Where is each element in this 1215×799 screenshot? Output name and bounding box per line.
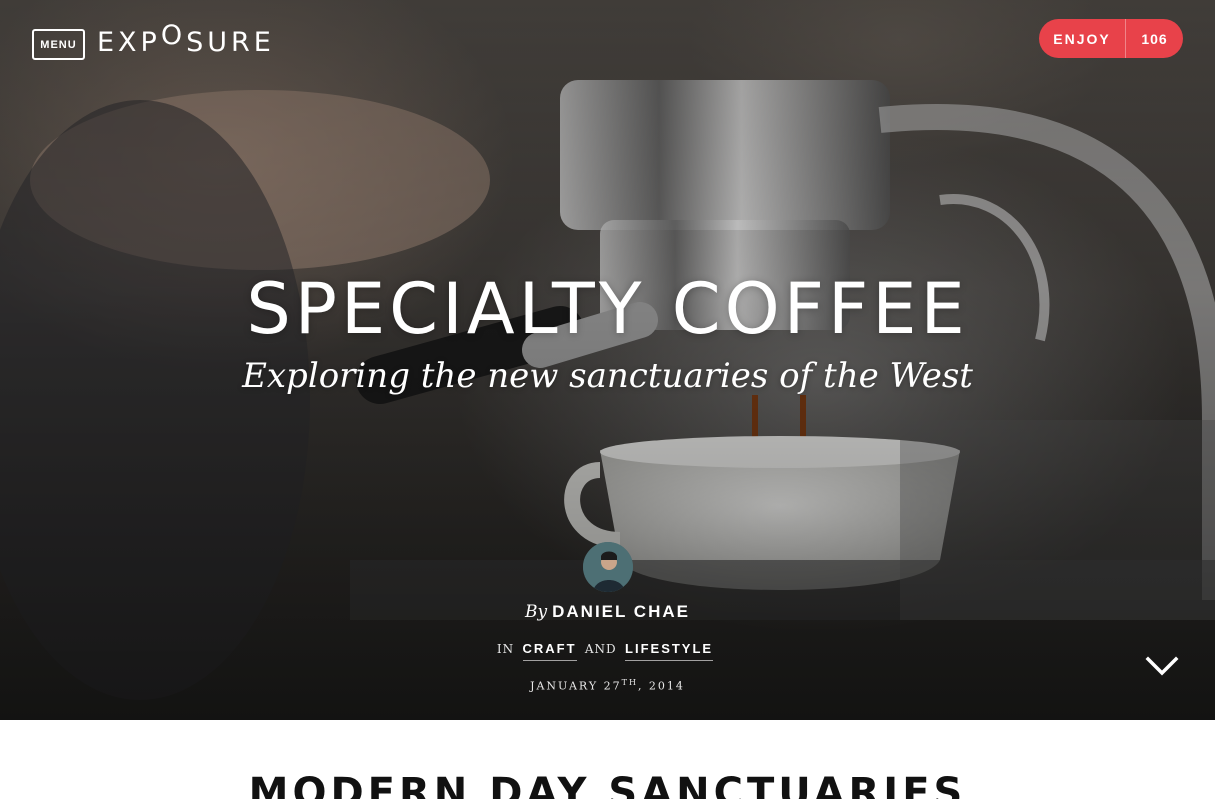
date-year: , 2014 [637,679,685,693]
hero-banner: MENU EXP O SURE ENJOY 106 SPECIALTY COFFEE… [0,0,1215,720]
page-title: SPECIALTY COFFEE [246,268,969,350]
date-main: JANUARY 27 [530,679,622,693]
menu-button[interactable]: MENU [32,29,85,60]
page-subtitle: Exploring the new sanctuaries of the Wes… [242,356,973,396]
section-title: MODERN DAY SANCTUARIES [248,770,967,799]
enjoy-button[interactable]: ENJOY 106 [1039,19,1183,58]
category-craft-link[interactable]: CRAFT [522,641,577,661]
site-logo[interactable]: EXP O SURE [97,20,275,60]
publish-date: JANUARY 27TH, 2014 [0,678,1215,693]
author-byline: By DANIEL CHAE [0,602,1215,622]
author-name[interactable]: DANIEL CHAE [552,602,690,621]
enjoy-label: ENJOY [1039,19,1126,58]
logo-text-left: EXP [97,26,161,58]
enjoy-count: 106 [1141,30,1168,47]
in-prefix: IN [496,642,515,656]
date-suffix: TH [621,678,638,687]
and-word: AND [584,642,617,656]
avatar-image [583,542,633,592]
by-prefix: By [525,602,548,622]
avatar[interactable] [583,542,633,592]
logo-text-right: SURE [186,26,275,58]
chevron-down-icon[interactable] [1145,655,1179,677]
logo-text-o: O [160,19,187,51]
categories: IN CRAFT AND LIFESTYLE [0,641,1215,661]
category-lifestyle-link[interactable]: LIFESTYLE [625,641,714,661]
